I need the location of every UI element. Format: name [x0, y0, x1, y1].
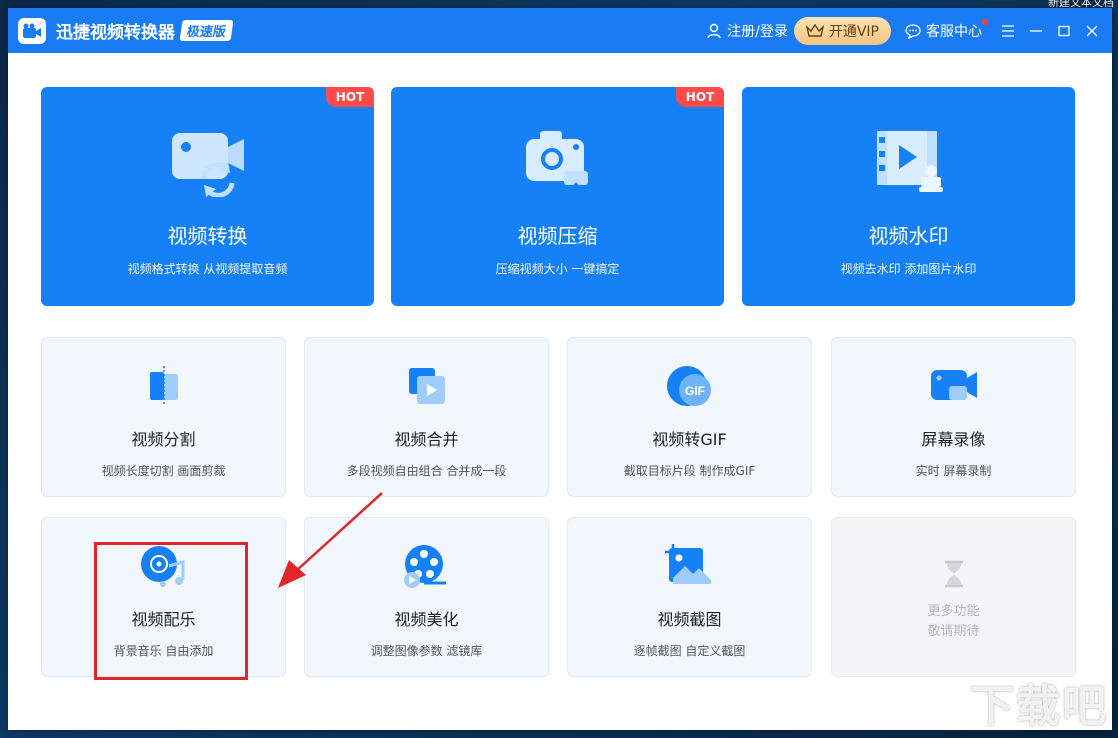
service-label: 客服中心: [926, 23, 982, 40]
card-desc: 视频长度切割 画面剪裁: [101, 464, 226, 478]
close-icon[interactable]: [1080, 19, 1104, 43]
card-desc: 调整图像参数 滤镜库: [370, 644, 483, 658]
gif-icon: GIF: [666, 366, 711, 406]
card-desc: 截取目标片段 制作成GIF: [623, 464, 756, 478]
annotation-highlight-box: [94, 542, 248, 680]
screenshot-icon: [664, 544, 711, 584]
card-desc: 逐帧截图 自定义截图: [633, 644, 746, 658]
film-reel-icon: [403, 545, 446, 588]
vip-button[interactable]: 开通VIP: [793, 16, 891, 45]
card-desc: 视频格式转换 从视频提取音频: [127, 262, 288, 276]
card-title: 视频转换: [167, 224, 248, 248]
card-title: 屏幕录像: [921, 430, 986, 449]
main-content: HOT 视频转换 视频格式转换 从视频提取音频 HOT 视频压缩 压缩视频大小 …: [8, 53, 1112, 730]
menu-icon[interactable]: [996, 19, 1020, 43]
site-watermark: 下载吧: [970, 681, 1108, 732]
login-label: 注册/登录: [727, 23, 788, 40]
card-desc: 实时 屏幕录制: [915, 464, 992, 478]
screen-record-icon: [930, 370, 977, 400]
card-more-features: 更多功能 敬请期待: [831, 517, 1076, 677]
video-split-icon: [149, 366, 178, 406]
gif-icon-text: GIF: [685, 384, 705, 398]
app-title: 迅捷视频转换器: [56, 23, 175, 43]
card-title: 视频转GIF: [652, 430, 727, 449]
card-video-split[interactable]: 视频分割 视频长度切割 画面剪裁: [41, 337, 286, 497]
app-logo-icon: [18, 17, 46, 44]
minimize-icon[interactable]: [1024, 19, 1048, 43]
card-video-compress[interactable]: HOT 视频压缩 压缩视频大小 一键搞定: [391, 87, 724, 306]
card-desc: 压缩视频大小 一键搞定: [495, 262, 620, 276]
card-title: 视频合并: [394, 430, 459, 449]
more-features-line1: 更多功能: [927, 604, 980, 619]
login-button[interactable]: 注册/登录: [706, 21, 788, 41]
title-bar: 迅捷视频转换器 极速版 注册/登录 开通VIP 客服中心: [8, 8, 1112, 53]
card-desc: 视频去水印 添加图片水印: [840, 262, 977, 276]
video-convert-icon: [171, 133, 244, 197]
card-video-to-gif[interactable]: GIF 视频转GIF 截取目标片段 制作成GIF: [567, 337, 812, 497]
card-title: 视频美化: [394, 610, 459, 629]
hot-badge: HOT: [326, 87, 374, 107]
card-title: 视频压缩: [517, 224, 598, 248]
card-video-convert[interactable]: HOT 视频转换 视频格式转换 从视频提取音频: [41, 87, 374, 306]
user-icon: [707, 23, 721, 38]
vip-label: 开通VIP: [828, 23, 879, 40]
camera-compress-icon: [525, 131, 588, 195]
card-title: 视频分割: [131, 430, 196, 449]
app-window: 迅捷视频转换器 极速版 注册/登录 开通VIP 客服中心 HOT 视频转换 视频…: [8, 8, 1112, 730]
card-title: 视频截图: [657, 610, 722, 629]
crown-icon: [805, 23, 824, 37]
card-video-screenshot[interactable]: 视频截图 逐帧截图 自定义截图: [567, 517, 812, 677]
card-title: 视频水印: [868, 224, 949, 248]
card-screen-record[interactable]: 屏幕录像 实时 屏幕录制: [831, 337, 1076, 497]
card-video-beautify[interactable]: 视频美化 调整图像参数 滤镜库: [304, 517, 549, 677]
desktop-top-label: 新建文本文档: [1048, 0, 1114, 8]
card-video-merge[interactable]: 视频合并 多段视频自由组合 合并成一段: [304, 337, 549, 497]
customer-service-button[interactable]: 客服中心: [905, 18, 988, 41]
more-features-line2: 敬请期待: [927, 624, 980, 639]
card-video-watermark[interactable]: 视频水印 视频去水印 添加图片水印: [742, 87, 1075, 306]
hot-badge: HOT: [676, 87, 724, 107]
hourglass-icon: [944, 560, 963, 588]
video-merge-icon: [408, 368, 445, 404]
edition-badge: 极速版: [179, 20, 234, 41]
maximize-icon[interactable]: [1052, 19, 1076, 43]
video-watermark-icon: [876, 131, 943, 192]
chat-icon: [905, 23, 921, 39]
card-desc: 多段视频自由组合 合并成一段: [346, 464, 507, 478]
notification-dot: [982, 18, 988, 25]
